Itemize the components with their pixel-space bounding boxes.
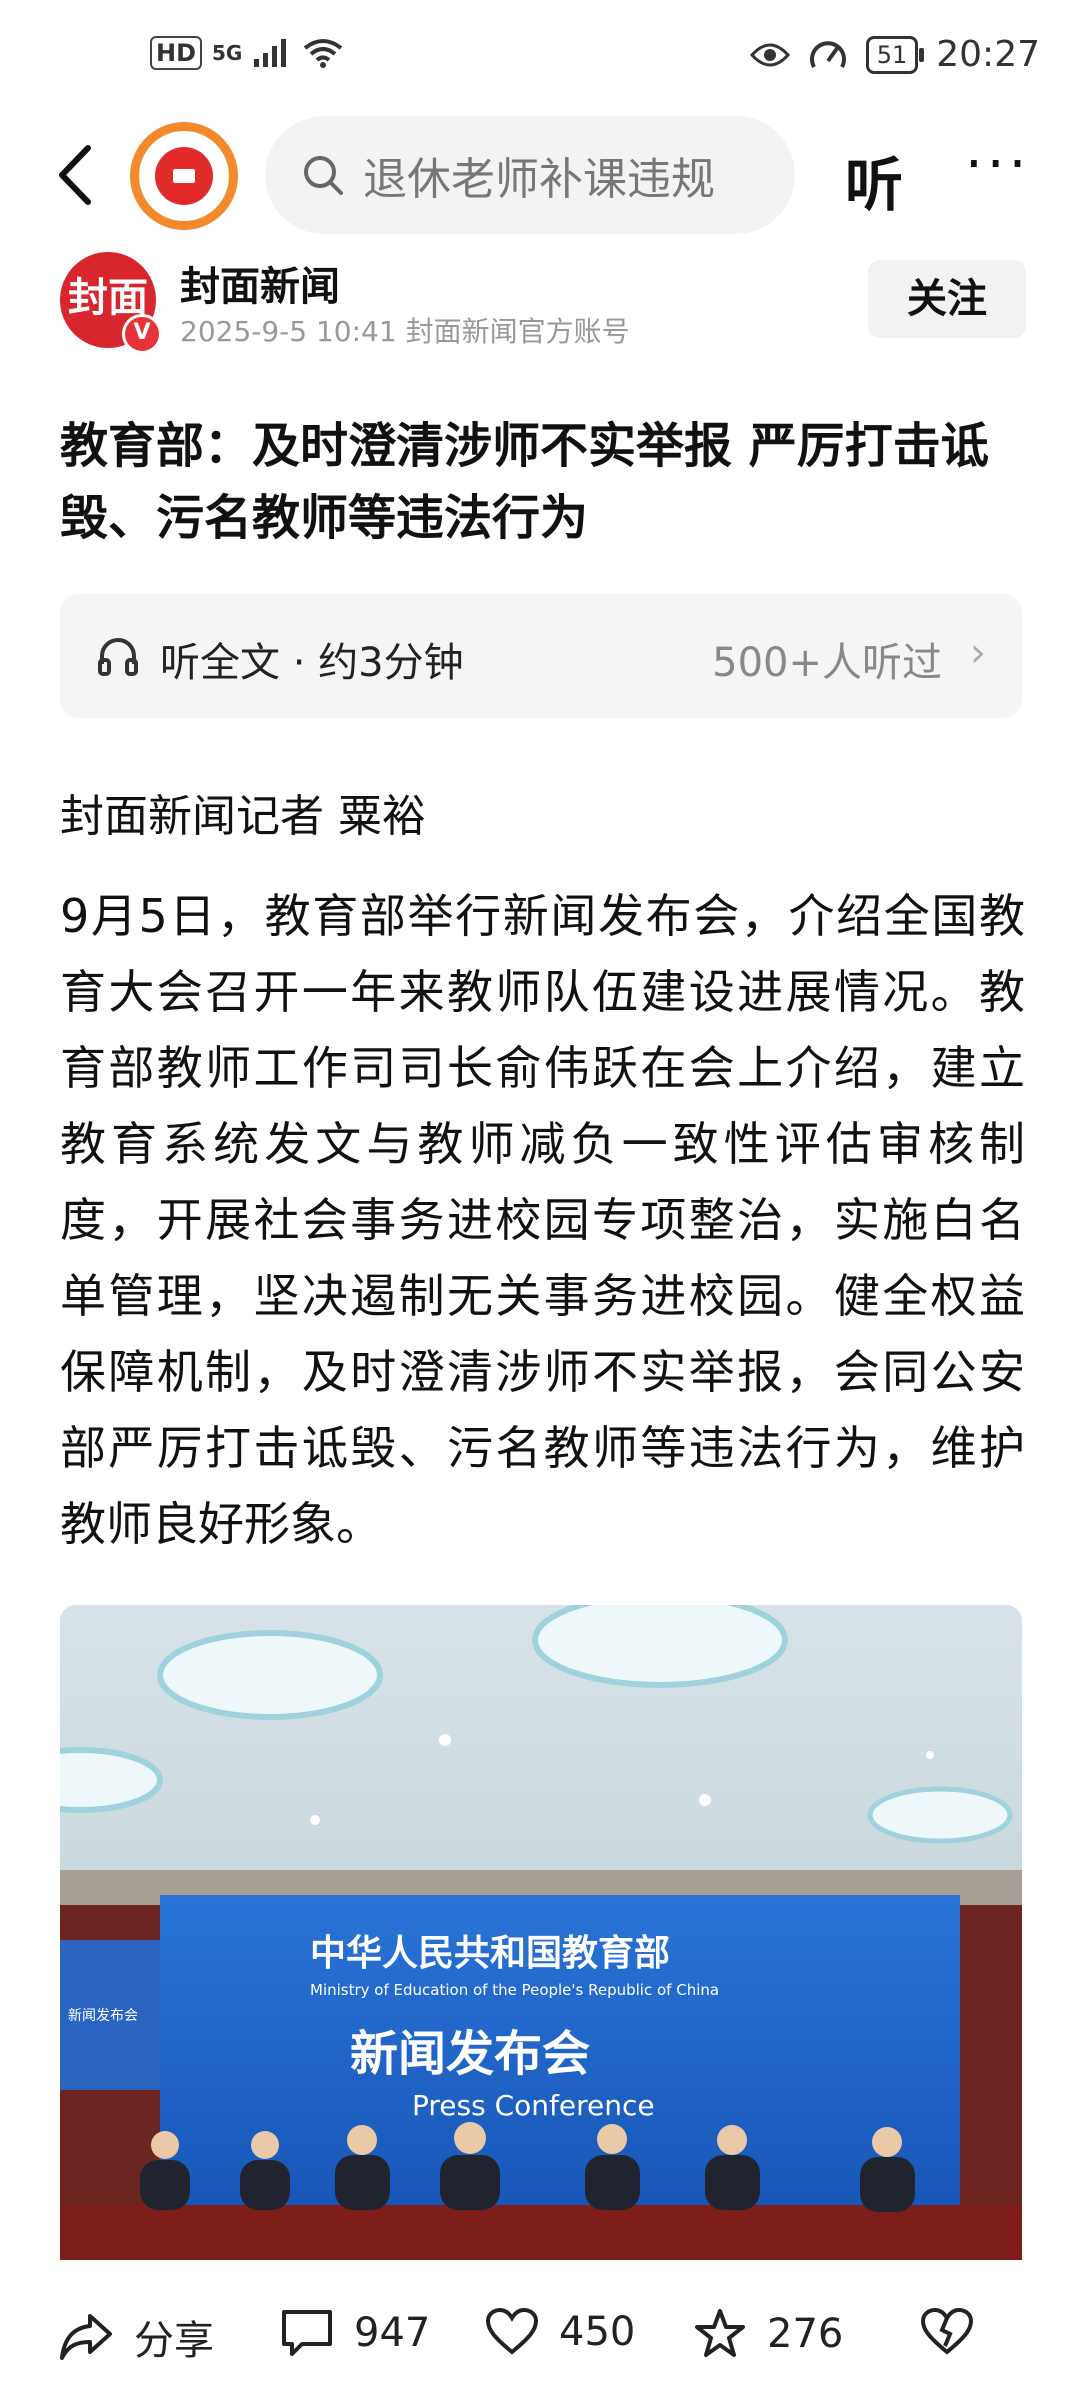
listen-button[interactable]: 听: [845, 138, 903, 222]
bottom-action-bar: 分享 947 450 276: [0, 2260, 1080, 2400]
banner-event-en: Press Conference: [412, 2089, 655, 2122]
press-conference-image: 中华人民共和国教育部 Ministry of Education of the …: [60, 1605, 1022, 2260]
chevron-right-icon: ›: [970, 630, 986, 676]
favorite-count: 276: [767, 2311, 844, 2357]
search-icon: [304, 156, 343, 195]
reporter-byline: 封面新闻记者 粟裕: [60, 791, 426, 842]
author-row: 封面 V 封面新闻 2025-9-5 10:41 封面新闻官方账号 关注: [60, 252, 1026, 354]
listen-full-label: 听全文 · 约3分钟: [160, 640, 464, 686]
status-bar: HD 5G 51 20:27: [0, 0, 1080, 110]
status-left: HD 5G: [150, 36, 344, 70]
dislike-button[interactable]: [920, 2308, 974, 2356]
more-options-button[interactable]: ···: [965, 132, 1030, 197]
like-button[interactable]: 450: [485, 2308, 635, 2356]
like-count: 450: [559, 2309, 636, 2355]
wifi-icon: [304, 39, 343, 68]
search-query-text[interactable]: 退休老师补课违规: [363, 143, 743, 207]
banner-title-en: Ministry of Education of the People's Re…: [310, 1981, 719, 1999]
article-paragraph: 9月5日，教育部举行新闻发布会，介绍全国教育大会召开一年来教师队伍建设进展情况。…: [60, 889, 1025, 1551]
comment-count: 947: [354, 2310, 431, 2356]
publish-meta: 2025-9-5 10:41 封面新闻官方账号: [180, 315, 630, 348]
signal-icon: [254, 39, 287, 67]
battery-indicator: 51: [865, 35, 924, 74]
listen-count: 500+人听过: [712, 640, 942, 686]
comment-button[interactable]: 947: [280, 2308, 430, 2358]
author-name[interactable]: 封面新闻: [180, 254, 340, 312]
clock: 20:27: [936, 34, 1040, 75]
app-logo[interactable]: [130, 122, 238, 230]
article-title: 教育部：及时澄清涉师不实举报 严厉打击诋毁、污名教师等违法行为: [60, 418, 989, 546]
side-banner-text: 新闻发布会: [68, 2008, 138, 2024]
favorite-button[interactable]: 276: [693, 2308, 843, 2360]
headphones-icon: [98, 638, 138, 676]
star-icon: [695, 2309, 745, 2357]
back-arrow-icon[interactable]: [48, 140, 108, 210]
banner-title-cn: 中华人民共和国教育部: [310, 1933, 670, 1974]
banner-event-cn: 新闻发布会: [350, 2026, 590, 2082]
hd-indicator: HD: [150, 36, 203, 70]
listen-full-article-bar[interactable]: 听全文 · 约3分钟 500+人听过 ›: [60, 594, 1022, 718]
network-label: 5G: [212, 41, 243, 65]
share-icon: [60, 2314, 112, 2360]
heart-icon: [485, 2308, 539, 2355]
verified-badge-icon: V: [122, 314, 162, 354]
follow-button[interactable]: 关注: [868, 260, 1026, 338]
share-label: 分享: [134, 2318, 214, 2364]
eye-icon: [749, 43, 790, 66]
search-bar[interactable]: 退休老师补课违规: [265, 116, 795, 234]
top-nav-bar: 退休老师补课违规 听 ···: [0, 110, 1080, 240]
status-right: 51 20:27: [749, 34, 1040, 75]
share-button[interactable]: 分享: [58, 2308, 214, 2366]
article-photo[interactable]: 中华人民共和国教育部 Ministry of Education of the …: [60, 1605, 1022, 2260]
speed-icon: [809, 40, 846, 68]
comment-icon: [282, 2310, 332, 2356]
broken-heart-icon: [920, 2308, 974, 2355]
